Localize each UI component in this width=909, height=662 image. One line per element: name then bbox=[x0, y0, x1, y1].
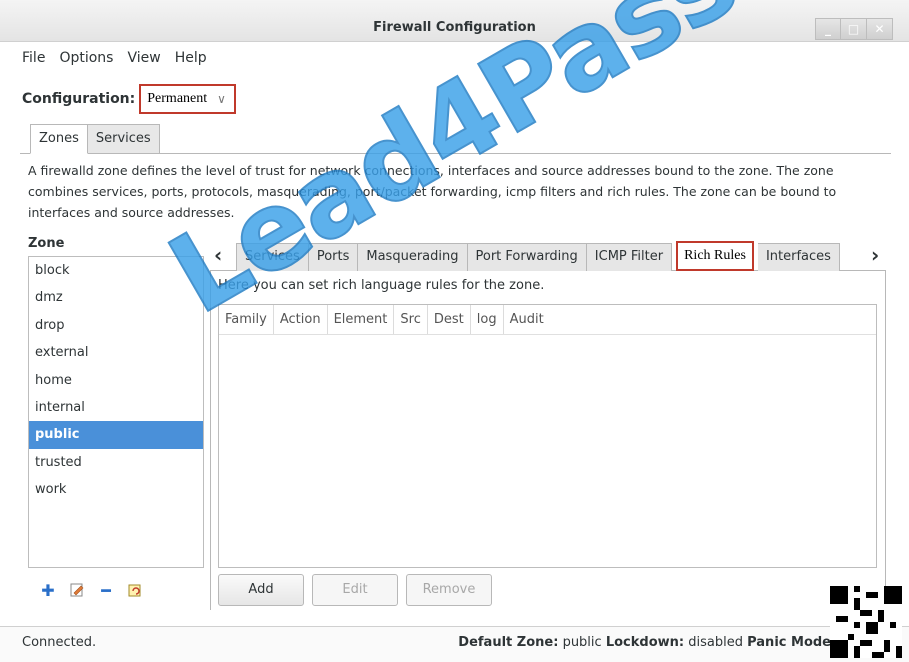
zone-item-public[interactable]: public bbox=[29, 421, 203, 449]
zone-toolbar: ✚ ━ bbox=[40, 581, 143, 600]
column-dest[interactable]: Dest bbox=[428, 305, 471, 334]
window-title: Firewall Configuration bbox=[373, 20, 536, 35]
zone-item-drop[interactable]: drop bbox=[29, 312, 203, 339]
qr-code-icon bbox=[830, 586, 902, 658]
table-header: Family Action Element Src Dest log Audit bbox=[219, 305, 876, 335]
close-button[interactable]: ✕ bbox=[867, 18, 893, 40]
add-button[interactable]: Add bbox=[218, 574, 304, 606]
maximize-button[interactable]: □ bbox=[841, 18, 867, 40]
default-zone-value: public bbox=[562, 635, 602, 650]
zone-sub-tabs: Services Ports Masquerading Port Forward… bbox=[236, 241, 840, 271]
zone-item-dmz[interactable]: dmz bbox=[29, 284, 203, 311]
default-zone-label: Default Zone: bbox=[458, 635, 559, 650]
column-element[interactable]: Element bbox=[328, 305, 395, 334]
status-details: Default Zone: public Lockdown: disabled … bbox=[458, 635, 831, 650]
zone-description: A firewalld zone defines the level of tr… bbox=[28, 163, 837, 220]
menu-options[interactable]: Options bbox=[59, 50, 113, 66]
column-audit[interactable]: Audit bbox=[504, 305, 550, 334]
chevron-left-icon[interactable]: ‹ bbox=[214, 243, 222, 267]
column-src[interactable]: Src bbox=[394, 305, 428, 334]
zone-heading: Zone bbox=[28, 236, 65, 251]
configuration-value: Permanent bbox=[147, 91, 208, 106]
minimize-button[interactable]: _ bbox=[815, 18, 841, 40]
tab-interfaces[interactable]: Interfaces bbox=[757, 243, 840, 271]
rich-rules-table[interactable]: Family Action Element Src Dest log Audit bbox=[218, 304, 877, 568]
window-controls: _ □ ✕ bbox=[815, 18, 893, 40]
edit-button[interactable]: Edit bbox=[312, 574, 398, 606]
configuration-label: Configuration: bbox=[22, 91, 136, 107]
tab-ports[interactable]: Ports bbox=[308, 243, 359, 271]
tab-masquerading[interactable]: Masquerading bbox=[358, 243, 468, 271]
zone-item-block[interactable]: block bbox=[29, 257, 203, 284]
zone-item-external[interactable]: external bbox=[29, 339, 203, 366]
column-action[interactable]: Action bbox=[274, 305, 328, 334]
lockdown-label: Lockdown: bbox=[605, 635, 685, 650]
tab-services[interactable]: Services bbox=[87, 124, 160, 154]
lockdown-value: disabled bbox=[688, 635, 743, 650]
menu-view[interactable]: View bbox=[127, 50, 160, 66]
configuration-select[interactable]: Permanent ∨ bbox=[139, 84, 236, 114]
panic-mode-label: Panic Mode bbox=[747, 635, 831, 650]
tab-port-forwarding[interactable]: Port Forwarding bbox=[467, 243, 587, 271]
tab-icmp-filter[interactable]: ICMP Filter bbox=[586, 243, 673, 271]
remove-button[interactable]: Remove bbox=[406, 574, 492, 606]
column-log[interactable]: log bbox=[471, 305, 504, 334]
configuration-row: Configuration: Permanent ∨ bbox=[22, 84, 236, 114]
zone-list[interactable]: block dmz drop external home internal pu… bbox=[28, 256, 204, 568]
tab-zones[interactable]: Zones bbox=[30, 124, 88, 154]
rich-rules-description: Here you can set rich language rules for… bbox=[218, 278, 545, 293]
status-bar: Connected. Default Zone: public Lockdown… bbox=[0, 626, 909, 662]
chevron-right-icon[interactable]: › bbox=[871, 243, 879, 267]
rich-rule-buttons: Add Edit Remove bbox=[218, 574, 492, 606]
chevron-down-icon: ∨ bbox=[217, 92, 226, 106]
zone-item-trusted[interactable]: trusted bbox=[29, 449, 203, 476]
add-icon[interactable]: ✚ bbox=[40, 581, 56, 600]
connection-status: Connected. bbox=[22, 635, 97, 650]
column-family[interactable]: Family bbox=[219, 305, 274, 334]
remove-icon[interactable]: ━ bbox=[98, 581, 114, 600]
zone-item-work[interactable]: work bbox=[29, 476, 203, 503]
zone-item-home[interactable]: home bbox=[29, 367, 203, 394]
title-bar: Firewall Configuration _ □ ✕ bbox=[0, 0, 909, 42]
main-tabs: Zones Services bbox=[30, 124, 160, 154]
menu-file[interactable]: File bbox=[22, 50, 45, 66]
edit-icon[interactable] bbox=[69, 582, 85, 598]
menu-bar: File Options View Help bbox=[22, 50, 207, 66]
tab-services-sub[interactable]: Services bbox=[236, 243, 309, 271]
zone-item-internal[interactable]: internal bbox=[29, 394, 203, 421]
menu-help[interactable]: Help bbox=[175, 50, 207, 66]
load-defaults-icon[interactable] bbox=[127, 582, 143, 598]
tab-rich-rules[interactable]: Rich Rules bbox=[676, 241, 754, 271]
